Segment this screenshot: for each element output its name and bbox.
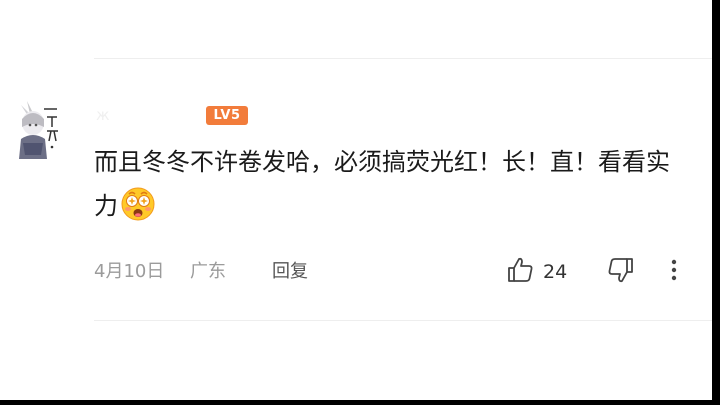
like-count: 24: [543, 261, 568, 283]
comment-text: 而且冬冬不许卷发哈，必须搞荧光红！长！直！看看实力: [94, 148, 670, 220]
thumbs-down-icon: [607, 256, 635, 288]
comment-location: 广东: [190, 261, 226, 282]
more-vertical-icon: [671, 258, 677, 286]
avatar[interactable]: [11, 97, 63, 159]
reply-button[interactable]: 回复: [272, 258, 308, 286]
dislike-button[interactable]: [606, 256, 636, 288]
username[interactable]: ж: [96, 104, 110, 126]
bottom-divider: [94, 320, 712, 321]
top-divider: [94, 58, 712, 59]
star-eyes-emoji-icon: [120, 186, 156, 236]
like-button[interactable]: 24: [506, 256, 567, 288]
comment-body: 而且冬冬不许卷发哈，必须搞荧光红！长！直！看看实力: [94, 140, 674, 236]
comment-date: 4月10日: [94, 261, 165, 282]
more-button[interactable]: [662, 256, 686, 288]
comment-card: ж LV5 而且冬冬不许卷发哈，必须搞荧光红！长！直！看看实力 4月10日 广东…: [0, 0, 712, 400]
level-badge: LV5: [206, 106, 248, 125]
thumbs-up-icon: [506, 256, 534, 288]
